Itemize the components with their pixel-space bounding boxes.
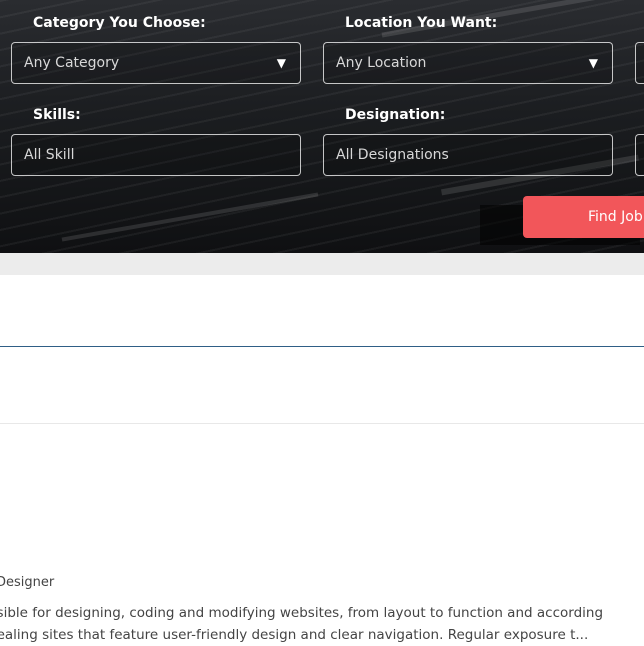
designation-input-placeholder: All Designations <box>336 147 449 163</box>
category-select[interactable]: Any Category ▼ <box>11 42 301 84</box>
location-label: Location You Want: <box>345 15 498 31</box>
third-select-partial[interactable] <box>635 42 644 84</box>
background-streak <box>61 192 319 242</box>
divider-line <box>0 346 644 347</box>
skills-input-placeholder: All Skill <box>24 147 75 163</box>
location-select-value: Any Location <box>336 55 427 71</box>
category-select-value: Any Category <box>24 55 120 71</box>
designation-label: Designation: <box>345 107 446 123</box>
divider-line <box>0 423 644 424</box>
category-label: Category You Choose: <box>33 15 206 31</box>
skills-input[interactable]: All Skill <box>11 134 301 176</box>
chevron-down-icon: ▼ <box>276 56 286 70</box>
job-description-line: pealing sites that feature user-friendly… <box>0 627 589 643</box>
chevron-down-icon: ▼ <box>588 56 598 70</box>
job-description-line: nsible for designing, coding and modifyi… <box>0 605 604 621</box>
skills-label: Skills: <box>33 107 81 123</box>
designation-input[interactable]: All Designations <box>323 134 613 176</box>
job-description: nsible for designing, coding and modifyi… <box>0 602 644 646</box>
third-input-partial[interactable] <box>635 134 644 176</box>
section-divider-bar <box>0 253 644 275</box>
location-select[interactable]: Any Location ▼ <box>323 42 613 84</box>
job-title[interactable]: Designer <box>0 575 54 590</box>
find-job-button[interactable]: Find Job <box>523 196 644 238</box>
search-hero: Category You Choose: Location You Want: … <box>0 0 644 253</box>
